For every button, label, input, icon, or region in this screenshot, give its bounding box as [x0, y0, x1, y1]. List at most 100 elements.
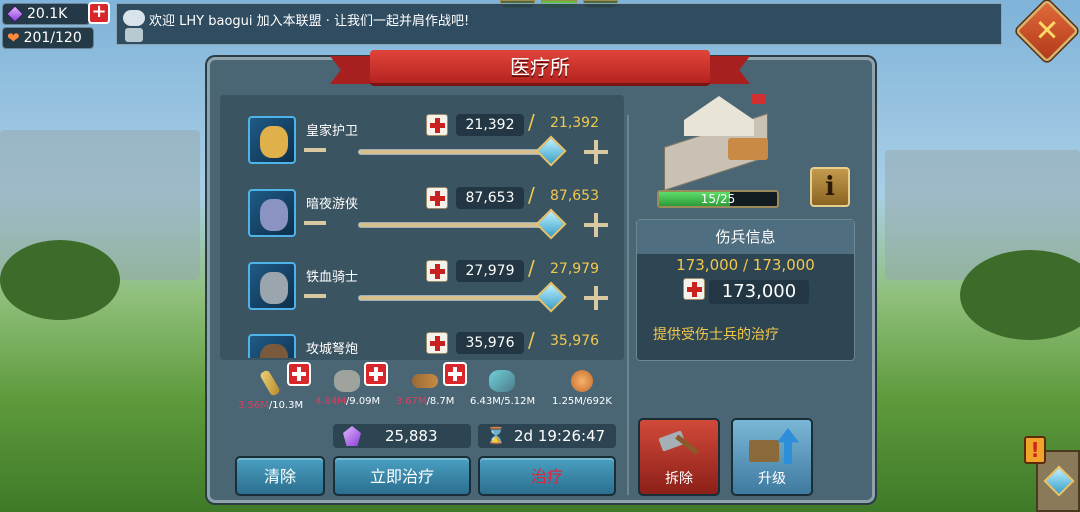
wounded-description: 提供受伤士兵的治疗	[653, 327, 779, 343]
slider-handle[interactable]	[535, 135, 567, 167]
heart-icon: ❤	[7, 28, 20, 47]
ore-cost: 6.43M/5.12M	[470, 370, 536, 418]
gem-icon	[343, 426, 361, 446]
chat-message: 欢迎 LHY baogui 加入本联盟 · 让我们一起并肩作战吧!	[149, 14, 470, 29]
decrease-button[interactable]	[304, 294, 326, 298]
slash-separator: /	[528, 110, 535, 134]
wheat-icon	[259, 369, 281, 397]
decrease-button[interactable]	[304, 221, 326, 225]
upgrade-arrow-icon	[747, 428, 801, 466]
clear-button[interactable]: 清除	[235, 456, 325, 496]
medical-cross-icon	[683, 278, 705, 300]
background-tree	[0, 240, 120, 320]
demolish-button[interactable]: 拆除	[638, 418, 720, 496]
heal-slider[interactable]	[358, 149, 546, 155]
wood-owned: /8.7M	[426, 396, 455, 407]
banner-ribbon: 医疗所	[370, 50, 710, 86]
hammer-icon	[658, 430, 702, 464]
heal-count-field[interactable]: 35,976	[456, 332, 524, 354]
close-button[interactable]: ✕	[1015, 0, 1079, 63]
slider-fill	[359, 296, 545, 300]
slash-separator: /	[528, 183, 535, 207]
gem-count: 20.1K	[27, 6, 68, 22]
max-count: 27,979	[550, 261, 599, 277]
infirmary-building-icon	[660, 90, 780, 191]
troop-name: 攻城弩炮	[306, 342, 359, 357]
slash-separator: /	[528, 256, 535, 280]
gem-counter[interactable]: 20.1K	[2, 3, 90, 25]
troop-row: 暗夜游侠 87,653 / 87,653	[248, 183, 620, 251]
increase-button[interactable]	[584, 213, 608, 237]
side-quest-tower[interactable]: !	[1018, 430, 1080, 512]
max-count: 35,976	[550, 333, 599, 349]
increase-button[interactable]	[584, 140, 608, 164]
heal-count-field[interactable]: 27,979	[456, 260, 524, 282]
ore-amount: 6.43M/5.12M	[470, 396, 536, 407]
stone-needed: 4.84M	[315, 396, 346, 407]
instant-gem-amount: 25,883	[385, 427, 438, 445]
increase-button[interactable]	[584, 286, 608, 310]
stamina-counter[interactable]: ❤ 201/120	[2, 27, 94, 49]
slider-handle[interactable]	[535, 208, 567, 240]
buy-stone-button[interactable]	[364, 362, 388, 386]
title-banner: 医疗所	[330, 50, 750, 90]
progress-label: 15/25	[700, 192, 736, 206]
troop-name: 暗夜游侠	[306, 197, 359, 212]
close-icon: ✕	[1034, 13, 1060, 48]
instant-heal-button[interactable]: 立即治疗	[333, 456, 471, 496]
upgrade-label: 升级	[758, 471, 786, 487]
background-tree	[960, 250, 1080, 340]
dialog-title: 医疗所	[510, 55, 570, 79]
slider-handle[interactable]	[535, 281, 567, 313]
troop-name: 铁血骑士	[306, 270, 359, 285]
troop-row: 皇家护卫 21,392 / 21,392	[248, 110, 620, 178]
stamina-count: 201/120	[23, 30, 82, 46]
medical-cross-icon	[426, 260, 448, 282]
upgrade-button[interactable]: 升级	[731, 418, 813, 496]
decrease-button[interactable]	[304, 148, 326, 152]
slash-separator: /	[528, 328, 535, 352]
troop-portrait-night-ranger[interactable]	[248, 189, 296, 237]
wounded-header: 伤兵信息	[637, 220, 854, 254]
heal-count-field[interactable]: 21,392	[456, 114, 524, 136]
wood-icon	[412, 374, 438, 388]
troop-row: 铁血骑士 27,979 / 27,979	[248, 256, 620, 324]
medical-cross-icon	[426, 114, 448, 136]
gold-amount: 1.25M/692K	[552, 396, 612, 407]
troop-name: 皇家护卫	[306, 124, 359, 139]
stone-owned: /9.09M	[345, 396, 381, 407]
slider-fill	[359, 150, 545, 154]
gold-coin-icon	[571, 370, 593, 392]
heal-count-field[interactable]: 87,653	[456, 187, 524, 209]
buy-gems-button[interactable]: +	[88, 2, 110, 24]
gold-cost: 1.25M/692K	[550, 370, 614, 418]
medical-cross-icon	[426, 332, 448, 354]
food-owned: /10.3M	[268, 400, 304, 411]
panel-divider	[627, 115, 629, 495]
info-button[interactable]: i	[810, 167, 850, 207]
max-count: 21,392	[550, 115, 599, 131]
buy-food-button[interactable]	[287, 362, 311, 386]
troop-portrait-iron-knight[interactable]	[248, 262, 296, 310]
capacity-progress-bar: 15/25	[657, 190, 779, 208]
stone-icon	[334, 370, 360, 392]
slider-fill	[359, 223, 545, 227]
troop-portrait-royal-guard[interactable]	[248, 116, 296, 164]
heal-slider[interactable]	[358, 295, 546, 301]
alert-icon: !	[1024, 436, 1046, 464]
chat-bar[interactable]: 欢迎 LHY baogui 加入本联盟 · 让我们一起并肩作战吧!	[116, 3, 1002, 45]
buy-wood-button[interactable]	[443, 362, 467, 386]
instant-gem-cost: 25,883	[333, 424, 471, 448]
wounded-total: 173,000	[709, 280, 809, 304]
wood-needed: 3.67M	[395, 396, 427, 407]
gem-icon	[6, 5, 24, 23]
heal-slider[interactable]	[358, 222, 546, 228]
alliance-chat-icon	[125, 28, 143, 42]
heal-time-value: 2d 19:26:47	[514, 427, 606, 445]
troop-portrait-siege-ballista[interactable]	[248, 334, 296, 358]
medical-cross-icon	[426, 187, 448, 209]
max-count: 87,653	[550, 188, 599, 204]
heal-button[interactable]: 治疗	[478, 456, 616, 496]
troop-row: 攻城弩炮 35,976 / 35,976	[248, 328, 620, 358]
food-needed: 3.56M	[238, 400, 269, 411]
